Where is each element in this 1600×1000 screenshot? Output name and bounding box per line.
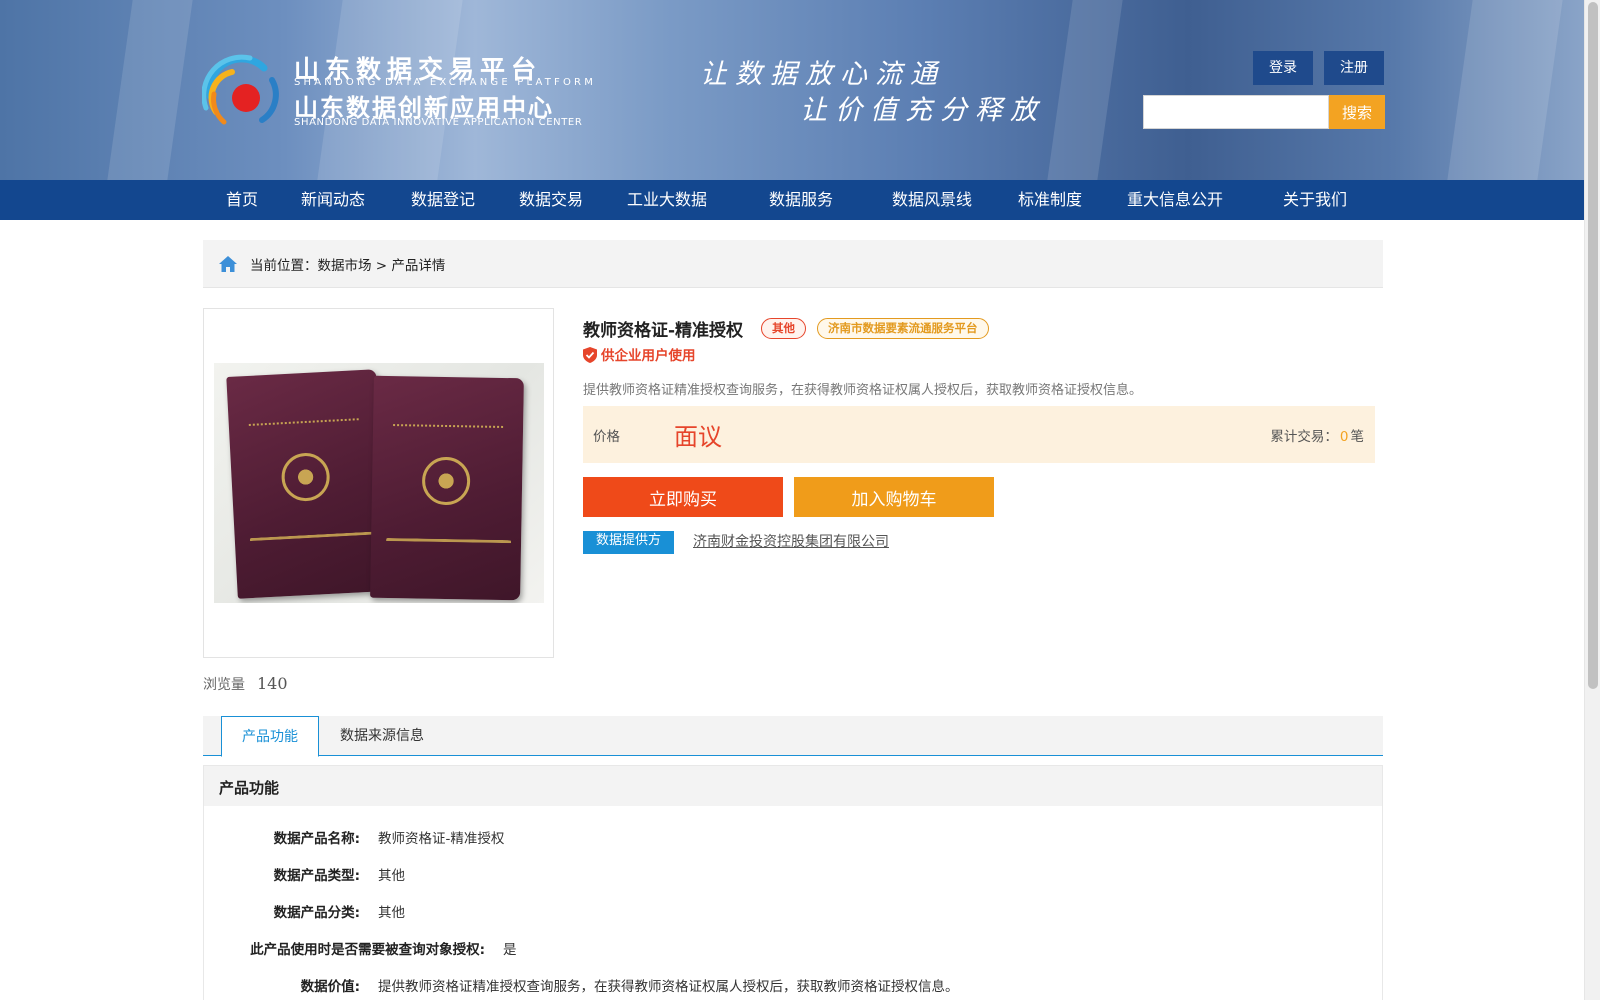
home-icon[interactable] (218, 254, 238, 274)
buy-now-button[interactable]: 立即购买 (583, 477, 783, 517)
shield-icon (583, 347, 597, 363)
price-panel: 价格 面议 累计交易： 0 笔 (583, 406, 1375, 463)
nav-item-about[interactable]: 关于我们 (1283, 180, 1347, 220)
breadcrumb-prefix: 当前位置： (250, 258, 318, 274)
national-emblem-icon (421, 456, 471, 506)
nav-item-data-service[interactable]: 数据服务 (769, 180, 833, 220)
tab-product-function[interactable]: 产品功能 (221, 716, 319, 757)
detail-row: 数据产品类型: 其他 (204, 864, 405, 884)
breadcrumb-separator: > (371, 258, 392, 274)
trade-label: 累计交易： (1270, 429, 1338, 445)
detail-value: 是 (503, 942, 517, 958)
price-label: 价格 (593, 429, 620, 445)
detail-value: 教师资格证-精准授权 (378, 831, 505, 847)
header-light-streak (107, 0, 193, 180)
logo-mark-icon[interactable] (202, 50, 282, 130)
national-emblem-icon (280, 451, 331, 503)
product-function-panel: 产品功能 数据产品名称: 教师资格证-精准授权 数据产品类型: 其他 数据产品分类:… (203, 765, 1383, 1000)
product-image[interactable] (214, 363, 544, 603)
certificate-title-mark (385, 537, 512, 549)
site-header: 山东数据交易平台 SHANDONG DATA EXCHANGE PLATFORM… (0, 0, 1584, 180)
detail-row: 此产品使用时是否需要被查询对象授权: 是 (204, 938, 517, 958)
nav-item-industrial-data[interactable]: 工业大数据 (627, 180, 707, 220)
detail-value: 其他 (378, 905, 405, 921)
logo-subtitle-en: SHANDONG DATA INNOVATIVE APPLICATION CEN… (294, 117, 583, 128)
add-to-cart-button[interactable]: 加入购物车 (794, 477, 994, 517)
register-button[interactable]: 注册 (1324, 51, 1384, 85)
header-light-streak (1447, 0, 1563, 180)
views-row: 浏览量 140 (203, 674, 288, 694)
certificate-header-mark (392, 424, 504, 434)
views-label: 浏览量 (203, 677, 245, 693)
scrollbar-thumb[interactable] (1588, 2, 1598, 689)
slogan-line-1: 让数据放心流通 (700, 59, 945, 90)
header-light-streak (1047, 0, 1123, 180)
section-header: 产品功能 (204, 766, 1382, 806)
detail-row: 数据产品分类: 其他 (204, 901, 405, 921)
certificate-header-mark (248, 418, 360, 432)
product-description: 提供教师资格证精准授权查询服务，在获得教师资格证权属人授权后，获取教师资格证授权… (583, 383, 1143, 398)
breadcrumb-path: 当前位置：数据市场 > 产品详情 (250, 254, 445, 274)
nav-item-home[interactable]: 首页 (226, 180, 258, 220)
product-image-frame (203, 308, 554, 658)
detail-row: 数据产品名称: 教师资格证-精准授权 (204, 827, 505, 847)
detail-value: 其他 (378, 868, 405, 884)
certificate-title-mark (249, 531, 375, 547)
enterprise-note: 供企业用户使用 (583, 344, 696, 364)
detail-label: 数据产品类型: (273, 868, 360, 884)
detail-tabs: 产品功能 数据来源信息 (203, 716, 1383, 757)
detail-label: 数据价值: (300, 979, 360, 995)
logo-title-en: SHANDONG DATA EXCHANGE PLATFORM (294, 77, 597, 88)
certificate-book-image (370, 375, 524, 601)
enterprise-note-text: 供企业用户使用 (601, 348, 696, 364)
provider-link[interactable]: 济南财金投资控股集团有限公司 (693, 531, 889, 551)
nav-item-news[interactable]: 新闻动态 (301, 180, 365, 220)
nav-item-standards[interactable]: 标准制度 (1018, 180, 1082, 220)
search-button[interactable]: 搜索 (1329, 95, 1385, 129)
product-title: 教师资格证-精准授权 (583, 321, 744, 341)
tab-data-source[interactable]: 数据来源信息 (327, 716, 437, 756)
section-title: 产品功能 (219, 779, 280, 797)
provider-badge: 数据提供方 (583, 531, 674, 554)
platform-tag: 济南市数据要素流通服务平台 (817, 318, 989, 339)
certificate-book-image (226, 369, 388, 599)
detail-row: 数据价值: 提供教师资格证精准授权查询服务，在获得教师资格证权属人授权后，获取教师… (204, 975, 959, 995)
detail-value: 提供教师资格证精准授权查询服务，在获得教师资格证权属人授权后，获取教师资格证授权… (378, 979, 959, 995)
detail-label: 此产品使用时是否需要被查询对象授权: (250, 942, 485, 958)
slogan-line-2: 让价值充分释放 (800, 95, 1045, 126)
nav-item-disclosure[interactable]: 重大信息公开 (1127, 180, 1223, 220)
category-tag: 其他 (761, 318, 806, 339)
nav-item-trading[interactable]: 数据交易 (519, 180, 583, 220)
trade-count: 0 (1339, 429, 1349, 445)
breadcrumb: 当前位置：数据市场 > 产品详情 (203, 240, 1383, 288)
nav-item-registration[interactable]: 数据登记 (411, 180, 475, 220)
detail-label: 数据产品分类: (273, 905, 360, 921)
breadcrumb-current: 产品详情 (391, 258, 446, 274)
breadcrumb-link-market[interactable]: 数据市场 (318, 258, 372, 274)
trade-unit: 笔 (1350, 429, 1365, 445)
price-value: 面议 (674, 423, 722, 451)
login-button[interactable]: 登录 (1253, 51, 1313, 85)
page-scrollbar[interactable] (1584, 0, 1600, 1000)
search-input[interactable] (1143, 95, 1329, 129)
nav-item-data-landscape[interactable]: 数据风景线 (892, 180, 972, 220)
detail-label: 数据产品名称: (273, 831, 360, 847)
main-nav: 首页 新闻动态 数据登记 数据交易 工业大数据 数据服务 数据风景线 标准制度 … (0, 180, 1584, 220)
trade-count-row: 累计交易： 0 笔 (1270, 425, 1364, 445)
views-count: 140 (257, 674, 288, 693)
